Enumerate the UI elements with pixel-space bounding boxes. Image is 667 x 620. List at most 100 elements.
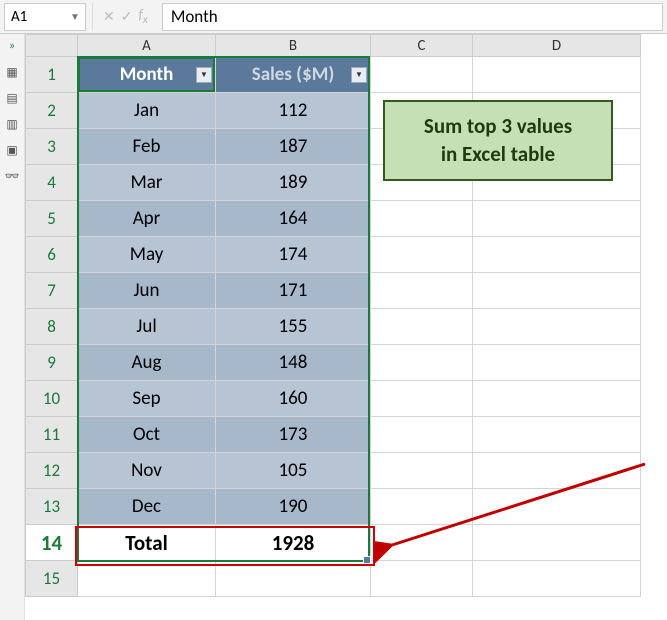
row-header[interactable]: 14 bbox=[26, 525, 78, 561]
select-all-corner[interactable] bbox=[26, 35, 78, 57]
table-header-sales-label: Sales ($M) bbox=[252, 63, 335, 86]
table-cell-sales[interactable]: 148 bbox=[216, 345, 371, 381]
col-header-C[interactable]: C bbox=[371, 35, 473, 57]
table-cell-month[interactable]: Aug bbox=[78, 345, 216, 381]
note-line1: Sum top 3 values bbox=[399, 112, 597, 140]
table-cell-month[interactable]: Dec bbox=[78, 489, 216, 525]
cell-C1[interactable] bbox=[371, 57, 473, 93]
cell[interactable] bbox=[371, 561, 473, 597]
row-header[interactable]: 10 bbox=[26, 381, 78, 417]
cell[interactable] bbox=[473, 309, 641, 345]
table-cell-sales[interactable]: 112 bbox=[216, 93, 371, 129]
table-cell-month[interactable]: Jun bbox=[78, 273, 216, 309]
row-header[interactable]: 13 bbox=[26, 489, 78, 525]
table-cell-sales[interactable]: 174 bbox=[216, 237, 371, 273]
table-cell-sales[interactable]: 173 bbox=[216, 417, 371, 453]
table-cell-month[interactable]: May bbox=[78, 237, 216, 273]
row-header[interactable]: 12 bbox=[26, 453, 78, 489]
column-headers[interactable]: A B C D bbox=[26, 35, 641, 57]
cell[interactable] bbox=[371, 309, 473, 345]
table-cell-month[interactable]: Jan bbox=[78, 93, 216, 129]
col-header-A[interactable]: A bbox=[78, 35, 216, 57]
row-header[interactable]: 5 bbox=[26, 201, 78, 237]
filter-dropdown-icon[interactable]: ▼ bbox=[196, 67, 212, 83]
table-cell-month[interactable]: Apr bbox=[78, 201, 216, 237]
cell[interactable] bbox=[473, 417, 641, 453]
col-header-B[interactable]: B bbox=[216, 35, 371, 57]
filter-dropdown-icon[interactable]: ▼ bbox=[351, 67, 367, 83]
col-header-D[interactable]: D bbox=[473, 35, 641, 57]
cell[interactable] bbox=[371, 453, 473, 489]
cell-D1[interactable] bbox=[473, 57, 641, 93]
accept-icon: ✓ bbox=[121, 8, 133, 25]
table-cell-sales[interactable]: 164 bbox=[216, 201, 371, 237]
annotation-note: Sum top 3 values in Excel table bbox=[383, 100, 613, 181]
cell[interactable] bbox=[371, 237, 473, 273]
table-cell-sales[interactable]: 160 bbox=[216, 381, 371, 417]
row-header[interactable]: 6 bbox=[26, 237, 78, 273]
row-header[interactable]: 8 bbox=[26, 309, 78, 345]
cell[interactable] bbox=[371, 417, 473, 453]
row-header[interactable]: 11 bbox=[26, 417, 78, 453]
table-cell-month[interactable]: Oct bbox=[78, 417, 216, 453]
table-header-month[interactable]: Month ▼ bbox=[78, 57, 216, 93]
tool-icon-2[interactable]: ▤ bbox=[4, 90, 20, 106]
name-box-input[interactable] bbox=[5, 6, 69, 28]
cell[interactable] bbox=[473, 273, 641, 309]
table-cell-sales[interactable]: 105 bbox=[216, 453, 371, 489]
table-cell-month[interactable]: Feb bbox=[78, 129, 216, 165]
name-box[interactable]: ▼ bbox=[4, 3, 86, 31]
cell[interactable] bbox=[473, 453, 641, 489]
cell[interactable] bbox=[78, 561, 216, 597]
worksheet[interactable]: A B C D 1 Month ▼ Sales ($M) ▼ 2J bbox=[25, 34, 667, 620]
cell[interactable] bbox=[473, 345, 641, 381]
table-cell-sales[interactable]: 155 bbox=[216, 309, 371, 345]
cell[interactable] bbox=[473, 201, 641, 237]
cell[interactable] bbox=[371, 525, 473, 561]
fx-icon[interactable]: fx bbox=[138, 6, 147, 27]
side-toolbar: » ▦ ▤ ▥ ▣ 👓 bbox=[0, 34, 25, 620]
row-header[interactable]: 7 bbox=[26, 273, 78, 309]
cell[interactable] bbox=[473, 525, 641, 561]
tool-icon-1[interactable]: ▦ bbox=[4, 64, 20, 80]
table-cell-month[interactable]: Nov bbox=[78, 453, 216, 489]
formula-buttons: ✕ ✓ fx bbox=[92, 3, 158, 31]
tool-icon-4[interactable]: ▣ bbox=[4, 142, 20, 158]
table-cell-month[interactable]: Sep bbox=[78, 381, 216, 417]
total-label-cell[interactable]: Total bbox=[78, 525, 216, 561]
formula-bar: ▼ ✕ ✓ fx bbox=[0, 0, 667, 34]
cell[interactable] bbox=[216, 561, 371, 597]
expand-icon[interactable]: » bbox=[4, 38, 20, 54]
formula-input[interactable] bbox=[162, 3, 663, 31]
cell[interactable] bbox=[371, 381, 473, 417]
cell[interactable] bbox=[371, 273, 473, 309]
row-header[interactable]: 4 bbox=[26, 165, 78, 201]
cancel-icon: ✕ bbox=[103, 8, 115, 25]
note-line2: in Excel table bbox=[399, 140, 597, 168]
binoculars-icon[interactable]: 👓 bbox=[4, 168, 20, 184]
total-value-cell[interactable]: 1928 bbox=[216, 525, 371, 561]
cell[interactable] bbox=[371, 489, 473, 525]
table-cell-sales[interactable]: 190 bbox=[216, 489, 371, 525]
row-header[interactable]: 9 bbox=[26, 345, 78, 381]
cell[interactable] bbox=[473, 381, 641, 417]
cell[interactable] bbox=[473, 561, 641, 597]
table-cell-sales[interactable]: 189 bbox=[216, 165, 371, 201]
table-header-month-label: Month bbox=[120, 63, 174, 86]
tool-icon-3[interactable]: ▥ bbox=[4, 116, 20, 132]
table-cell-month[interactable]: Jul bbox=[78, 309, 216, 345]
row-header[interactable]: 3 bbox=[26, 129, 78, 165]
name-box-dropdown-icon[interactable]: ▼ bbox=[69, 10, 85, 23]
table-cell-sales[interactable]: 171 bbox=[216, 273, 371, 309]
table-header-sales[interactable]: Sales ($M) ▼ bbox=[216, 57, 371, 93]
cell[interactable] bbox=[371, 201, 473, 237]
cell[interactable] bbox=[473, 237, 641, 273]
row-header[interactable]: 15 bbox=[26, 561, 78, 597]
table-cell-month[interactable]: Mar bbox=[78, 165, 216, 201]
row-header[interactable]: 2 bbox=[26, 93, 78, 129]
table-cell-sales[interactable]: 187 bbox=[216, 129, 371, 165]
row-header-1[interactable]: 1 bbox=[26, 57, 78, 93]
table-resize-handle[interactable] bbox=[363, 556, 371, 564]
cell[interactable] bbox=[371, 345, 473, 381]
cell[interactable] bbox=[473, 489, 641, 525]
